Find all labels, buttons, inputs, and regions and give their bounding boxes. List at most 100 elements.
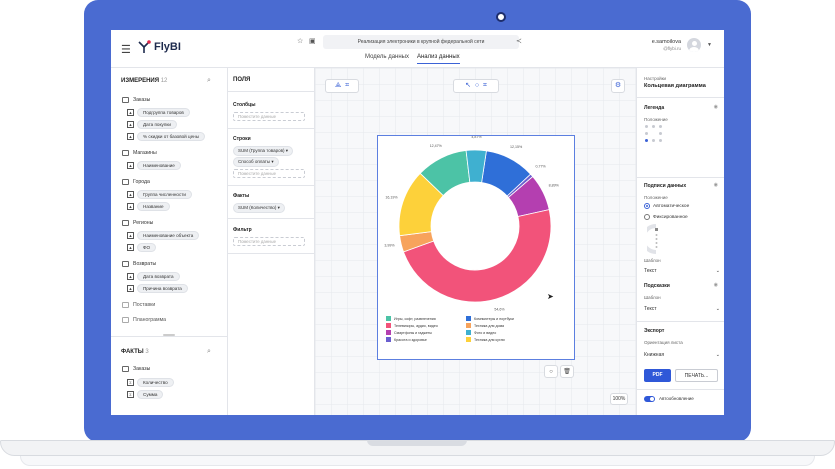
radio-label: Фиксированное [653,214,688,220]
resize-handle[interactable] [163,334,175,336]
auto-update-toggle[interactable] [644,396,655,402]
group-cities[interactable]: Города [122,179,150,185]
pointer-icon[interactable]: ↖ [465,82,471,89]
legend-swatch [466,316,471,321]
field-chip[interactable]: Причина возврата [137,284,188,293]
share-icon[interactable]: ≺ [516,37,522,45]
radio-auto[interactable]: Автоматическое [644,203,689,209]
zoom-level[interactable]: 100% [610,393,628,405]
frame-icon[interactable]: ⌗ [483,82,487,89]
fact-row[interactable]: Σ Количество [127,378,174,387]
field-row[interactable]: ▲% скидки от базовой цены [127,132,205,141]
avatar[interactable] [687,38,702,52]
field-row[interactable]: ▲ Дата покупки [127,120,177,129]
fact-field-chip[interactable]: SUM (Количество) ▾ [233,203,285,213]
field-row[interactable]: ▲ Дата возврата [127,272,180,281]
field-chip[interactable]: Подгруппа товаров [137,108,190,117]
position-dot[interactable] [645,132,648,135]
search-icon[interactable]: ⌕ [207,348,211,356]
legend-item[interactable]: Игры, софт, развлечения [386,316,458,321]
radio-button[interactable] [644,214,650,220]
dashboard-canvas[interactable]: ⟁ ⌗ ↖ ○ ⌗ ⚙ 12,15% 0,77% 8,89% 54,6% 3,99% 16… [315,68,636,415]
position-dot[interactable] [659,132,662,135]
orientation-select[interactable]: Книжная ⌄ [644,352,720,358]
refresh-icon[interactable]: ○ [544,365,558,378]
row-field-chip[interactable]: Способ оплаты ▾ [233,157,279,167]
position-dot-selected[interactable] [645,139,648,142]
legend-item[interactable]: Фото и видео [466,330,538,335]
template-select[interactable]: Текст ⌄ [644,268,720,274]
field-chip[interactable]: ФО [137,243,157,252]
tooltip-template-select[interactable]: Текст ⌄ [644,306,720,312]
settings-title: Кольцевая диаграмма [644,83,706,89]
star-icon[interactable]: ☆ [297,37,303,45]
eye-icon[interactable]: ◉ [714,104,718,110]
print-button[interactable]: ПЕЧАТЬ... [675,369,718,382]
filter-drop-zone[interactable]: Поместите данные [233,237,305,246]
group-returns[interactable]: Возвраты [122,261,156,267]
legend-item[interactable]: Техника для кухни [466,337,538,342]
field-chip[interactable]: % скидки от базовой цены [137,132,205,141]
radio-fixed[interactable]: Фиксированное [644,214,688,220]
logo[interactable]: FlyBI [137,40,181,54]
legend-item[interactable]: Телевизоры, аудио, видео [386,323,458,328]
rows-drop-zone[interactable]: Поместите данные [233,169,305,178]
position-dot[interactable] [645,125,648,128]
field-chip[interactable]: Название [137,202,170,211]
legend-item[interactable]: Компьютеры и ноутбуки [466,316,538,321]
delete-icon[interactable]: 🗑 [560,365,574,378]
fit-icon[interactable]: ⌗ [345,82,349,89]
field-chip[interactable]: Группа численности [137,190,192,199]
pdf-button[interactable]: PDF [644,369,671,382]
group-supplies[interactable]: Поставки [122,302,155,308]
radio-button[interactable] [644,203,650,209]
field-chip[interactable]: Дата возврата [137,272,180,281]
field-row[interactable]: ▲ Наименование [127,161,181,170]
save-icon[interactable]: ▣ [309,37,316,45]
position-dot[interactable] [659,125,662,128]
field-row[interactable]: ▲ Наименование объекта [127,231,200,240]
fact-row[interactable]: Σ Сумма [127,390,164,399]
tab-data-model[interactable]: Модель данных [365,54,409,64]
fact-chip[interactable]: Сумма [137,390,164,399]
group-label: Города [133,179,150,185]
align-icon[interactable]: ⟁ [335,82,341,89]
circle-icon[interactable]: ○ [475,82,479,89]
legend-item[interactable]: Красота и здоровье [386,337,458,342]
group-regions[interactable]: Регионы [122,220,153,226]
donut-chart-card[interactable]: 12,15% 0,77% 8,89% 54,6% 3,99% 16,19% 12,47% 4,… [377,135,575,360]
eye-icon[interactable]: ◉ [714,282,718,288]
field-row[interactable]: ▲ Группа численности [127,190,192,199]
settings-gear-icon[interactable]: ⚙ [611,79,625,93]
eye-icon[interactable]: ◉ [714,182,718,188]
columns-drop-zone[interactable]: Поместите данные [233,112,305,121]
divider [228,128,315,129]
legend-item[interactable]: Смартфоны и гаджеты [386,330,458,335]
field-row[interactable]: ▲ Подгруппа товаров [127,108,190,117]
group-stores[interactable]: Магазины [122,150,157,156]
search-icon[interactable]: ⌕ [207,77,211,85]
position-dot[interactable] [652,139,655,142]
position-dot[interactable] [659,139,662,142]
chevron-down-icon[interactable]: ▼ [707,42,712,48]
label-position-picker-icon[interactable] [647,224,665,254]
field-chip[interactable]: Дата покупки [137,120,177,129]
hamburger-menu-icon[interactable]: ☰ [121,43,131,56]
document-title[interactable]: Реализация электроники в крупной федерал… [323,35,519,49]
user-menu[interactable]: e.samoilova @flybi.ru ▼ [652,38,712,52]
field-row[interactable]: ▲ Причина возврата [127,284,188,293]
group-orders[interactable]: Заказы [122,97,150,103]
field-row[interactable]: ▲ ФО [127,243,157,252]
field-row[interactable]: ▲ Название [127,202,170,211]
field-chip[interactable]: Наименование объекта [137,231,200,240]
legend-item[interactable]: Техника для дома [466,323,538,328]
field-chip[interactable]: Наименование [137,161,181,170]
row-field-chip[interactable]: SUM (Группа товаров) ▾ [233,146,294,156]
group-planogram[interactable]: Планограмма [122,317,166,323]
legend-position-grid[interactable] [645,125,662,142]
position-dot[interactable] [652,125,655,128]
facts-group-orders[interactable]: Заказы [122,366,150,372]
fact-chip[interactable]: Количество [137,378,174,387]
tab-data-analysis[interactable]: Анализ данных [416,54,460,64]
table-icon [122,179,129,185]
